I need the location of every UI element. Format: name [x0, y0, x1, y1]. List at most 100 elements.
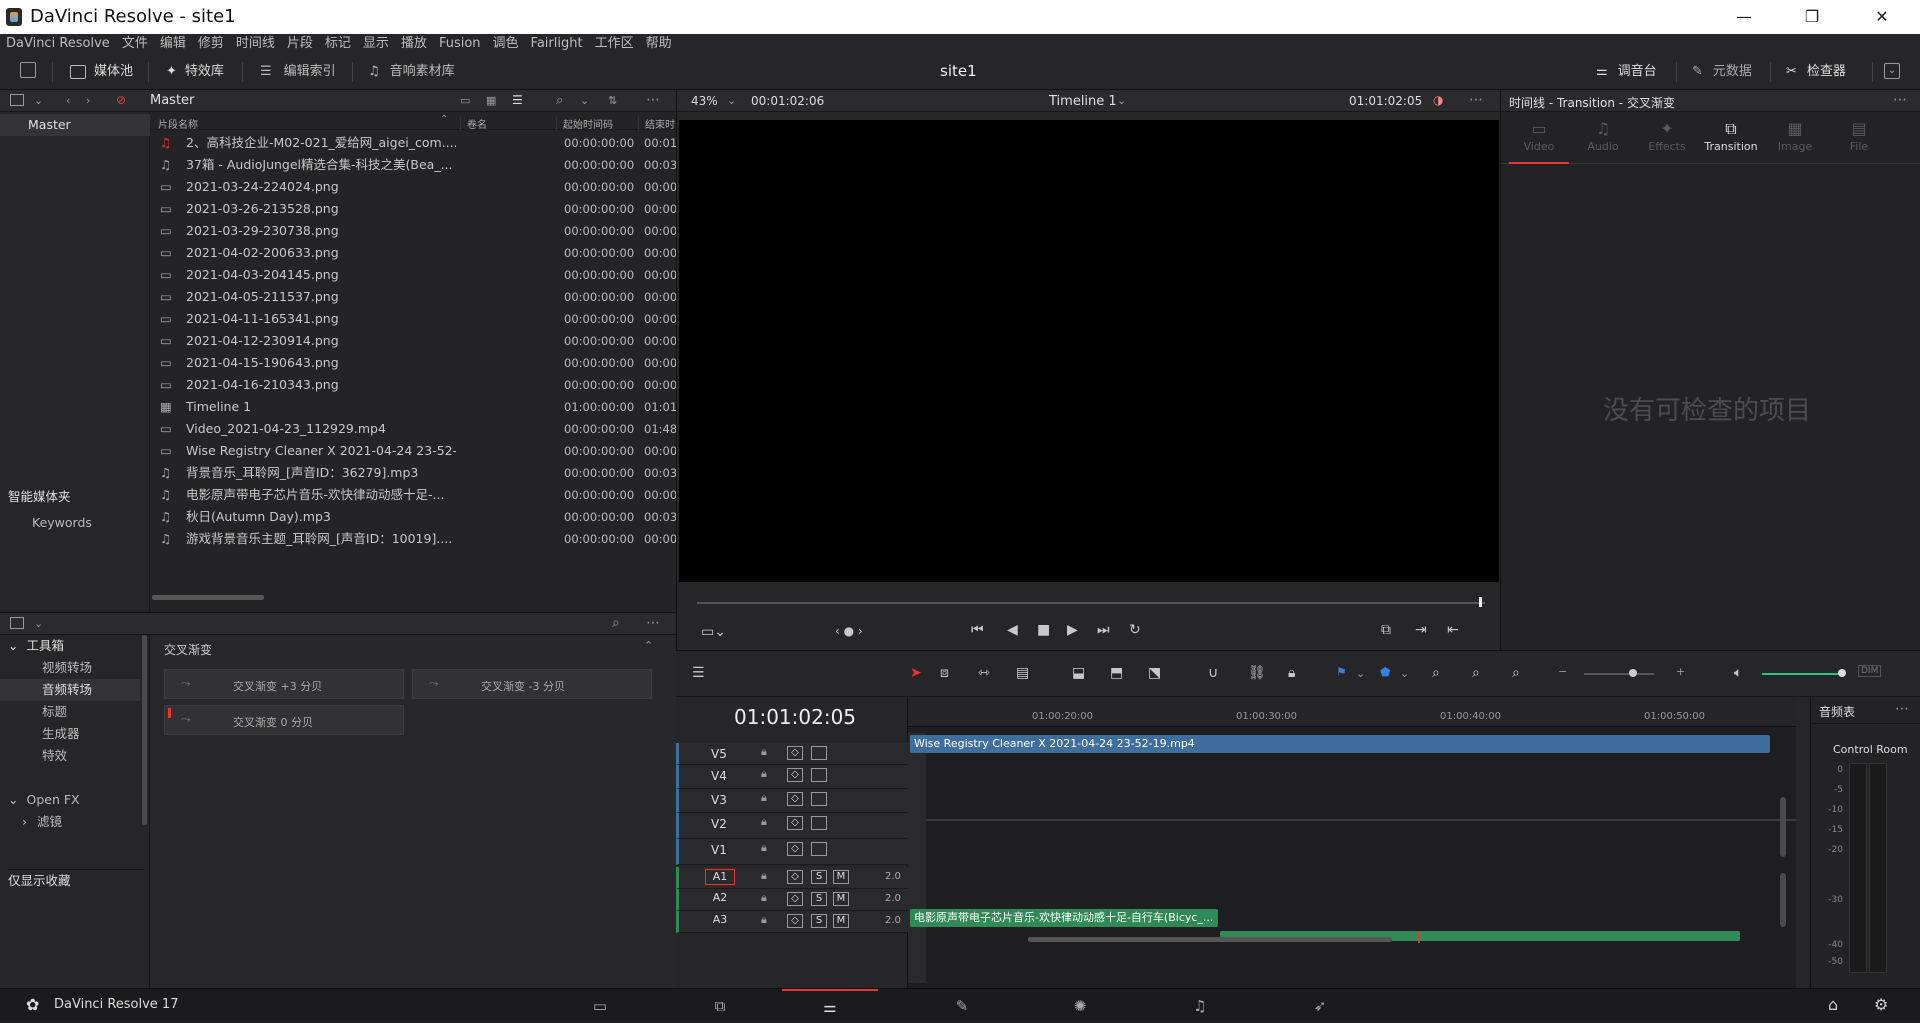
marker-icon[interactable]: ⬟: [1380, 665, 1390, 679]
column-end-tc[interactable]: 结束时: [638, 116, 675, 131]
playhead[interactable]: [1418, 931, 1420, 943]
clip-row[interactable]: ▭ 2021-04-16-210343.png 00:00:00:00 00:00: [150, 374, 676, 396]
solo-button[interactable]: S: [811, 892, 827, 906]
menu-item[interactable]: DaVinci Resolve: [0, 34, 116, 54]
viewer-mode-icon[interactable]: ▭⌄: [701, 624, 726, 640]
volume-slider[interactable]: [1762, 673, 1842, 675]
collapse-icon[interactable]: ⌃: [644, 639, 653, 652]
gear-icon[interactable]: ⚙: [1874, 995, 1888, 1014]
tab-audio[interactable]: ♫ Audio: [1573, 118, 1633, 164]
lock-icon[interactable]: 🔒︎: [761, 841, 767, 855]
edit-index-button[interactable]: ☰ 编辑索引: [260, 60, 336, 84]
effects-tree-item[interactable]: 生成器: [0, 723, 140, 745]
sort-up-icon[interactable]: ⌃: [440, 114, 448, 125]
lock-icon[interactable]: 🔒︎: [761, 767, 767, 781]
menu-item[interactable]: 调色: [487, 34, 525, 54]
tree-scrollbar[interactable]: [142, 635, 147, 825]
clip-row[interactable]: ♫ 游戏背景音乐主题_耳聆网_[声音ID：10019].... 00:00:00:0…: [150, 528, 676, 550]
fairlight-page-icon[interactable]: ♫: [1152, 993, 1248, 1019]
audio-track-header[interactable]: A1 🔒︎ ◇ S M 2.0: [676, 867, 908, 889]
effect-crossfade-0[interactable]: ⤳ 交叉渐变 0 分贝: [164, 705, 404, 735]
track-divider[interactable]: [908, 819, 1796, 821]
auto-select-icon[interactable]: ◇: [787, 892, 803, 906]
audio-track-header[interactable]: A2 🔒︎ ◇ S M 2.0: [676, 889, 908, 911]
fusion-page-icon[interactable]: ✎: [914, 993, 1010, 1019]
monitor-icon[interactable]: [20, 62, 36, 78]
video-track-header[interactable]: V1 🔒︎ ◇: [676, 839, 908, 865]
clip-row[interactable]: ♫ 2、高科技企业-M02-021_爱给网_aigei_com.... 00:00:…: [150, 132, 676, 154]
zoom-detail-icon[interactable]: ⌕: [1472, 665, 1480, 681]
home-icon[interactable]: ⌂: [1828, 995, 1838, 1014]
match-frame-icon[interactable]: ⧉: [1381, 622, 1391, 638]
auto-select-icon[interactable]: ◇: [787, 914, 803, 928]
zoom-in-icon[interactable]: +: [1676, 665, 1685, 678]
search-icon[interactable]: ⌕: [612, 615, 620, 631]
mark-in-icon[interactable]: ⇥: [1415, 622, 1427, 638]
clip-row[interactable]: ▭ 2021-04-03-204145.png 00:00:00:00 00:00: [150, 264, 676, 286]
video-clip[interactable]: Wise Registry Cleaner X 2021-04-24 23-52…: [910, 735, 1770, 753]
close-icon[interactable]: ✕: [1854, 0, 1910, 34]
menu-item[interactable]: Fusion: [433, 34, 487, 54]
more-icon[interactable]: ⋯: [1469, 92, 1483, 108]
grid-view-icon[interactable]: ▦: [486, 94, 496, 107]
lock-icon[interactable]: 🔒︎: [761, 791, 767, 805]
chevron-down-icon[interactable]: ⌄: [1400, 667, 1409, 680]
jog-control[interactable]: ‹ ● ›: [835, 624, 863, 638]
color-page-icon[interactable]: ✺: [1032, 993, 1128, 1019]
play-reverse-icon[interactable]: ◀: [1007, 622, 1018, 638]
clip-row[interactable]: ♫ 秋日(Autumn Day).mp3 00:00:00:00 00:03: [150, 506, 676, 528]
overwrite-clip-icon[interactable]: ⬒: [1110, 665, 1123, 681]
chevron-down-icon[interactable]: ⌄: [1117, 94, 1126, 107]
zoom-slider[interactable]: [1584, 673, 1654, 675]
chevron-down-icon[interactable]: ⌄: [580, 94, 589, 107]
go-to-end-icon[interactable]: ⏭: [1097, 622, 1110, 638]
menu-item[interactable]: 显示: [357, 34, 395, 54]
effects-tree-item[interactable]: 音频转场: [0, 679, 140, 701]
horizontal-scrollbar[interactable]: [152, 595, 264, 600]
clip-row[interactable]: ♫ 背景音乐_耳聆网_[声音ID：36279].mp3 00:00:00:00 00:…: [150, 462, 676, 484]
linked-selection-icon[interactable]: ⛓: [1248, 665, 1266, 681]
more-icon[interactable]: ⋯: [1893, 92, 1907, 108]
clip-row[interactable]: ▭ 2021-04-11-165341.png 00:00:00:00 00:00: [150, 308, 676, 330]
clip-row[interactable]: ▭ Wise Registry Cleaner X 2021-04-24 23-5…: [150, 440, 676, 462]
auto-select-icon[interactable]: ◇: [787, 792, 803, 806]
zoom-out-icon[interactable]: −: [1558, 665, 1567, 678]
chevron-down-icon[interactable]: ⌄: [34, 94, 43, 107]
flag-icon[interactable]: ⚑: [1336, 665, 1347, 679]
audio-clip[interactable]: 电影原声带电子芯片音乐-欢快律动动感十足-自行车(Bicyc_...: [910, 909, 1218, 927]
favorites-toggle[interactable]: 仅显示收藏: [8, 869, 144, 891]
mark-out-icon[interactable]: ⇤: [1447, 622, 1459, 638]
clip-row[interactable]: ▭ 2021-04-02-200633.png 00:00:00:00 00:00: [150, 242, 676, 264]
clip-row[interactable]: ♫ 37箱 - AudioJungel精选合集-科技之美(Bea_... 00:00…: [150, 154, 676, 176]
smart-bin-keywords[interactable]: Keywords: [32, 512, 142, 534]
track-visibility-icon[interactable]: [811, 768, 827, 782]
lock-icon[interactable]: 🔒︎: [761, 869, 767, 883]
clip-row[interactable]: ▭ 2021-03-24-224024.png 00:00:00:00 00:00: [150, 176, 676, 198]
snapping-icon[interactable]: ∪: [1208, 665, 1218, 681]
play-icon[interactable]: ▶: [1067, 622, 1078, 638]
layout-icon[interactable]: ☰: [692, 665, 705, 681]
toolbox-item[interactable]: ⌄ 工具箱: [8, 635, 144, 657]
menu-item[interactable]: 播放: [395, 34, 433, 54]
menu-item[interactable]: 工作区: [589, 34, 640, 54]
zoom-custom-icon[interactable]: ⌕: [1512, 665, 1520, 681]
inspector-button[interactable]: ✂ 检查器: [1786, 60, 1846, 84]
track-visibility-icon[interactable]: [811, 816, 827, 830]
column-clip-name[interactable]: 片段名称: [158, 116, 198, 131]
expand-icon[interactable]: ⌄: [1884, 63, 1900, 79]
stop-icon[interactable]: ■: [1037, 622, 1050, 638]
filters-item[interactable]: › 滤镜: [22, 811, 142, 833]
bin-master[interactable]: Master: [0, 114, 150, 136]
scrubber-bar[interactable]: [697, 602, 1485, 604]
effect-crossfade-plus3[interactable]: ⤳ 交叉渐变 +3 分贝: [164, 669, 404, 699]
forward-icon[interactable]: ›: [86, 94, 90, 107]
more-icon[interactable]: ⋯: [1895, 701, 1909, 717]
menu-item[interactable]: 文件: [116, 34, 154, 54]
dynamic-trim-icon[interactable]: ⇿: [978, 665, 990, 681]
menu-item[interactable]: 片段: [281, 34, 319, 54]
blade-tool-icon[interactable]: ▤: [1016, 665, 1029, 681]
chevron-down-icon[interactable]: ⌄: [34, 617, 43, 630]
clip-row[interactable]: ▭ 2021-04-12-230914.png 00:00:00:00 00:00: [150, 330, 676, 352]
openfx-item[interactable]: ⌄ Open FX: [8, 789, 144, 811]
chevron-down-icon[interactable]: ⌄: [1356, 667, 1365, 680]
